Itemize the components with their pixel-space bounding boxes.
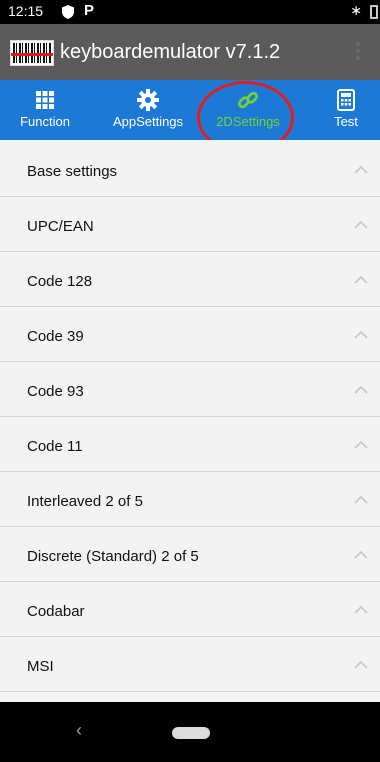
app-bar: keyboardemulator v7.1.2: [0, 24, 380, 80]
section-row-upc-ean[interactable]: UPC/EAN: [0, 203, 380, 252]
tab-bar: Function AppSettings 2DSettings Test: [0, 80, 380, 140]
section-label: Discrete (Standard) 2 of 5: [27, 548, 199, 565]
tab-appsettings[interactable]: AppSettings: [100, 80, 196, 140]
grid-icon: [36, 91, 54, 109]
shield-icon: [62, 5, 74, 19]
section-row-codabar[interactable]: Codabar: [0, 588, 380, 637]
status-time: 12:15: [8, 3, 44, 19]
overflow-menu-icon[interactable]: [354, 42, 362, 64]
chevron-up-icon[interactable]: [354, 550, 368, 560]
gear-icon: [137, 89, 159, 111]
battery-icon: [370, 5, 378, 19]
tab-test-label: Test: [334, 114, 358, 129]
chevron-up-icon[interactable]: [354, 385, 368, 395]
section-label: Code 93: [27, 383, 84, 400]
section-row-base-settings[interactable]: Base settings: [0, 148, 380, 197]
section-label: Code 39: [27, 328, 84, 345]
parking-icon: P: [84, 2, 95, 19]
section-label: Codabar: [27, 603, 85, 620]
section-row-code-11[interactable]: Code 11: [0, 423, 380, 472]
settings-list: Base settings UPC/EAN Code 128 Code 39 C…: [0, 140, 380, 702]
chevron-up-icon[interactable]: [354, 330, 368, 340]
tab-function[interactable]: Function: [0, 80, 90, 140]
system-nav-bar: ‹: [0, 702, 380, 762]
app-title: keyboardemulator v7.1.2: [60, 41, 281, 63]
tab-appsettings-label: AppSettings: [112, 114, 184, 129]
chevron-up-icon[interactable]: [354, 440, 368, 450]
home-pill-button[interactable]: [172, 727, 210, 739]
tab-function-label: Function: [20, 114, 70, 129]
section-label: Code 128: [27, 273, 93, 290]
tab-test[interactable]: Test: [312, 80, 380, 140]
section-row-code-93[interactable]: Code 93: [0, 368, 380, 417]
bluetooth-icon: ∗: [350, 2, 362, 18]
section-row-msi[interactable]: MSI: [0, 643, 380, 692]
section-label: Code 11: [27, 438, 83, 455]
section-row-discrete-2-of-5[interactable]: Discrete (Standard) 2 of 5: [0, 533, 380, 582]
calculator-icon: [337, 89, 355, 111]
status-bar: 12:15 P ∗: [0, 0, 380, 24]
section-label: UPC/EAN: [27, 218, 94, 235]
chevron-up-icon[interactable]: [354, 605, 368, 615]
chevron-up-icon[interactable]: [354, 275, 368, 285]
section-row-code-128[interactable]: Code 128: [0, 258, 380, 307]
chevron-up-icon[interactable]: [354, 495, 368, 505]
section-row-code-39[interactable]: Code 39: [0, 313, 380, 362]
chevron-up-icon[interactable]: [354, 660, 368, 670]
chevron-up-icon[interactable]: [354, 220, 368, 230]
section-label: Base settings: [27, 163, 118, 180]
section-label: MSI: [27, 658, 54, 675]
section-label: Interleaved 2 of 5: [27, 493, 143, 510]
section-row-interleaved-2-of-5[interactable]: Interleaved 2 of 5: [0, 478, 380, 527]
chevron-up-icon[interactable]: [354, 165, 368, 175]
back-icon[interactable]: ‹: [76, 720, 82, 741]
barcode-scanner-logo: [10, 40, 54, 66]
